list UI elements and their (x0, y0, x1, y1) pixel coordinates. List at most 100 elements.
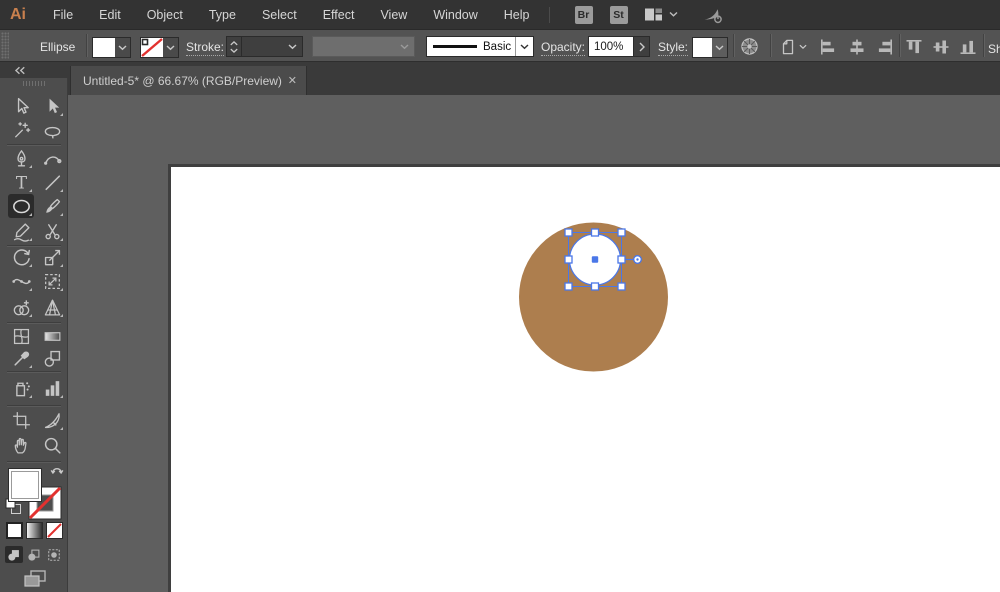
selection-handle[interactable] (592, 229, 599, 236)
hand-tool[interactable] (8, 433, 34, 457)
menu-window[interactable]: Window (420, 8, 490, 22)
paintbrush-tool[interactable] (39, 194, 65, 218)
free-transform-tool[interactable] (39, 269, 65, 293)
eyedropper-tool[interactable] (8, 346, 34, 370)
gpu-performance-button[interactable] (702, 6, 723, 24)
menu-object[interactable]: Object (134, 8, 196, 22)
blend-tool[interactable] (39, 346, 65, 370)
draw-behind-button[interactable] (25, 546, 43, 563)
graphic-style-combo[interactable] (692, 37, 728, 58)
width-tool[interactable] (8, 269, 34, 293)
gradient-mode-button[interactable] (26, 522, 43, 539)
stroke-color-swatch-none[interactable] (141, 38, 163, 57)
rotate-tool[interactable] (8, 245, 34, 269)
align-horizontal-left-button[interactable] (817, 36, 839, 57)
toolbar-divider (7, 371, 61, 372)
stroke-weight-stepper[interactable] (226, 36, 242, 57)
align-horizontal-right-button[interactable] (874, 36, 896, 57)
stroke-label[interactable]: Stroke: (186, 40, 224, 56)
menu-help[interactable]: Help (491, 8, 543, 22)
brush-definition-combo[interactable] (312, 36, 415, 57)
fill-color-dropdown[interactable] (115, 38, 130, 57)
graphic-style-dropdown[interactable] (712, 38, 727, 57)
selection-handle[interactable] (565, 256, 572, 263)
curvature-tool[interactable] (39, 146, 65, 170)
toolbar-grip[interactable] (23, 81, 45, 86)
separator (86, 34, 87, 57)
align-horizontal-center-icon (847, 37, 867, 57)
stroke-color-combo[interactable] (140, 37, 179, 58)
selection-tool[interactable] (8, 94, 34, 118)
direct-selection-tool[interactable] (39, 94, 65, 118)
recolor-artwork-button[interactable] (738, 36, 760, 57)
artboard-tool[interactable] (8, 408, 34, 432)
stroke-style-combo[interactable]: Basic (426, 36, 534, 57)
stroke-style-dropdown[interactable] (515, 37, 533, 56)
scissors-tool[interactable] (39, 219, 65, 243)
document-setup-button[interactable] (776, 36, 808, 57)
menu-edit[interactable]: Edit (86, 8, 134, 22)
control-bar-grip[interactable] (1, 32, 9, 59)
selection-center-point[interactable] (592, 256, 598, 262)
color-mode-button[interactable] (6, 522, 23, 539)
type-tool[interactable] (8, 170, 34, 194)
screen-mode-button[interactable] (22, 568, 48, 588)
style-label[interactable]: Style: (658, 40, 688, 56)
fill-color-swatch[interactable] (93, 38, 115, 57)
draw-inside-button[interactable] (45, 546, 63, 563)
none-mode-button[interactable] (46, 522, 63, 539)
swap-fill-stroke-icon[interactable] (50, 463, 64, 475)
shape-builder-tool[interactable] (8, 295, 34, 319)
fill-color-combo[interactable] (92, 37, 131, 58)
document-icon (778, 37, 798, 57)
selection-handle[interactable] (618, 256, 625, 263)
tab-close-button[interactable]: ✕ (288, 74, 297, 87)
stroke-weight-combo[interactable] (241, 36, 303, 57)
chevron-down-icon (669, 11, 678, 18)
menu-type[interactable]: Type (196, 8, 249, 22)
workspace-switcher[interactable] (644, 7, 678, 22)
illustrator-window: { "menubar": { "logo": "Ai", "items": ["… (0, 0, 1000, 592)
perspective-grid-tool[interactable] (39, 295, 65, 319)
align-vertical-top-button[interactable] (903, 36, 925, 57)
selection-handle[interactable] (565, 283, 572, 290)
shaper-tool[interactable] (8, 219, 34, 243)
draw-normal-button[interactable] (5, 546, 23, 563)
menu-select[interactable]: Select (249, 8, 310, 22)
bridge-button[interactable]: Br (575, 6, 593, 24)
line-segment-tool[interactable] (39, 170, 65, 194)
ellipse-tool[interactable] (8, 194, 34, 218)
opacity-label[interactable]: Opacity: (541, 40, 585, 56)
mesh-tool[interactable] (8, 324, 34, 348)
collapse-panel-icon[interactable] (14, 66, 26, 75)
stroke-color-dropdown[interactable] (163, 38, 178, 57)
slice-tool[interactable] (39, 408, 65, 432)
document-tab-title: Untitled-5* @ 66.67% (RGB/Preview) (71, 74, 282, 88)
selection-handle[interactable] (592, 283, 599, 290)
menu-file[interactable]: File (40, 8, 86, 22)
document-tab[interactable]: Untitled-5* @ 66.67% (RGB/Preview) ✕ (70, 66, 307, 95)
lasso-tool[interactable] (39, 118, 65, 142)
gradient-tool[interactable] (39, 324, 65, 348)
magic-wand-tool[interactable] (8, 118, 34, 142)
selection-handle[interactable] (618, 229, 625, 236)
fill-proxy-swatch[interactable] (8, 468, 42, 502)
menu-effect[interactable]: Effect (310, 8, 368, 22)
symbol-sprayer-tool[interactable] (8, 376, 34, 400)
align-horizontal-center-button[interactable] (846, 36, 868, 57)
selection-handle[interactable] (565, 229, 572, 236)
chevron-down-icon (288, 44, 297, 50)
selection-handle[interactable] (618, 283, 625, 290)
column-graph-tool[interactable] (39, 376, 65, 400)
zoom-tool[interactable] (39, 433, 65, 457)
graphic-style-swatch[interactable] (693, 38, 712, 57)
none-swatch-icon (141, 38, 163, 57)
opacity-field[interactable]: 100% (588, 36, 634, 57)
scale-tool[interactable] (39, 245, 65, 269)
pen-tool[interactable] (8, 146, 34, 170)
menu-view[interactable]: View (367, 8, 420, 22)
align-vertical-bottom-button[interactable] (957, 36, 979, 57)
stock-button[interactable]: St (610, 6, 628, 24)
opacity-dropdown-button[interactable] (633, 36, 650, 57)
align-vertical-center-button[interactable] (930, 36, 952, 57)
